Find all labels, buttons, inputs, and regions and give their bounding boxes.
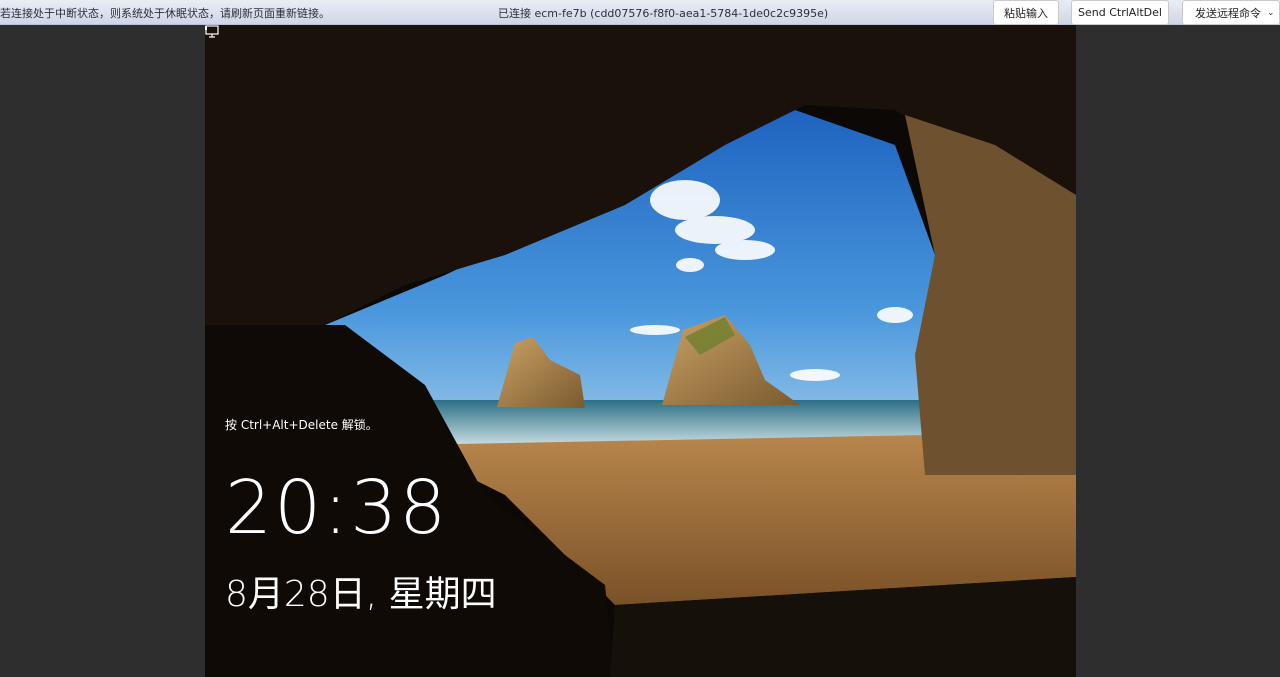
chevron-down-icon: ⌄ [1267,7,1275,18]
paste-input-button[interactable]: 粘贴输入 [993,0,1059,25]
connection-status: 已连接 ecm-fe7b (cdd07576-f8f0-aea1-5784-1d… [498,7,829,20]
unlock-prompt: 按 Ctrl+Alt+Delete 解锁。 [225,418,378,432]
network-icon[interactable] [205,25,221,39]
remote-command-dropdown[interactable]: 发送远程命令 ⌄ [1182,0,1280,25]
reconnect-hint: 若连接处于中断状态，则系统处于休眠状态，请刷新页面重新链接。 [0,7,330,20]
clock-time: 20:38 [225,465,449,551]
remote-desktop-screen[interactable]: 按 Ctrl+Alt+Delete 解锁。 20:38 8月28日, 星期四 [205,25,1076,677]
paste-input-label: 粘贴输入 [1004,6,1048,20]
remote-command-label: 发送远程命令 [1195,6,1261,20]
clock-date: 8月28日, 星期四 [225,574,497,615]
send-ctrl-alt-del-button[interactable]: Send CtrlAltDel [1071,0,1169,25]
top-toolbar: 若连接处于中断状态，则系统处于休眠状态，请刷新页面重新链接。 已连接 ecm-f… [0,0,1280,25]
send-ctrl-alt-del-label: Send CtrlAltDel [1078,6,1162,19]
